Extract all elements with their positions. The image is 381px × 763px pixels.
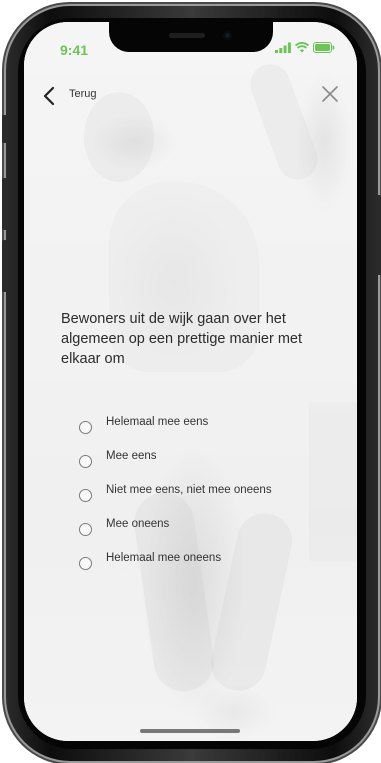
option-neutraal[interactable]: Niet mee eens, niet mee oneens <box>79 476 272 510</box>
option-label: Niet mee eens, niet mee oneens <box>106 484 272 496</box>
back-button[interactable]: Terug <box>69 88 97 100</box>
radio-button[interactable] <box>79 556 92 570</box>
option-label: Helemaal mee eens <box>106 416 209 428</box>
background-overlay <box>24 22 357 741</box>
option-mee-eens[interactable]: Mee eens <box>79 442 272 476</box>
camera-icon <box>223 31 232 40</box>
screen: 9:41 Terug Bewoners uit de wijk gaan ove… <box>24 22 357 741</box>
radio-button[interactable] <box>79 488 92 502</box>
volume-down-button <box>2 240 7 292</box>
home-indicator[interactable] <box>140 729 240 733</box>
radio-button[interactable] <box>79 420 92 434</box>
radio-button[interactable] <box>79 454 92 468</box>
option-helemaal-mee-oneens[interactable]: Helemaal mee oneens <box>79 544 272 578</box>
option-mee-oneens[interactable]: Mee oneens <box>79 510 272 544</box>
answer-options: Helemaal mee eens Mee eens Niet mee eens… <box>79 408 272 578</box>
power-button <box>376 195 381 275</box>
chevron-left-icon[interactable] <box>42 86 56 106</box>
page: 9:41 Terug Bewoners uit de wijk gaan ove… <box>0 0 381 763</box>
radio-button[interactable] <box>79 522 92 536</box>
option-label: Mee eens <box>106 450 157 462</box>
volume-up-button <box>2 178 7 230</box>
status-icons <box>275 42 335 53</box>
mute-switch <box>2 115 7 143</box>
option-label: Mee oneens <box>106 518 170 530</box>
notch <box>109 22 273 52</box>
wifi-icon <box>295 42 309 53</box>
signal-icon <box>275 42 291 53</box>
option-helemaal-mee-eens[interactable]: Helemaal mee eens <box>79 408 272 442</box>
option-label: Helemaal mee oneens <box>106 552 222 564</box>
battery-icon <box>313 42 335 53</box>
close-icon[interactable] <box>321 85 339 103</box>
status-time: 9:41 <box>60 42 89 58</box>
question-text: Bewoners uit de wijk gaan over het algem… <box>61 311 303 367</box>
speaker-grille <box>169 33 205 38</box>
